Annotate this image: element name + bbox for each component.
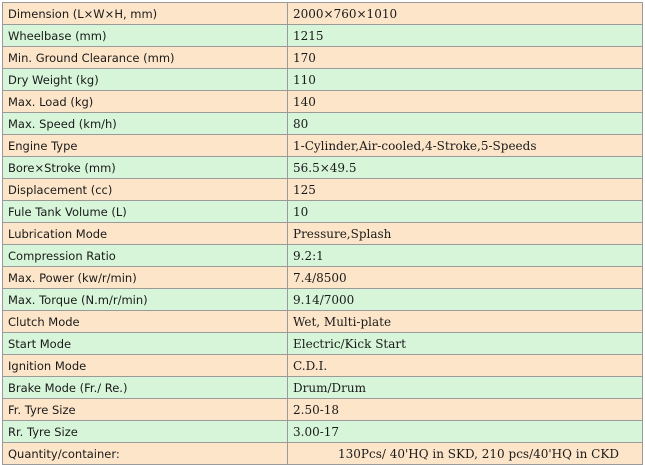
- spec-row: Compression Ratio 9.2:1: [2, 244, 643, 267]
- spec-value: 7.4/8500: [287, 266, 643, 289]
- spec-value: 10: [287, 200, 643, 223]
- spec-value: 1215: [287, 24, 643, 47]
- spec-value: 2.50-18: [287, 398, 643, 421]
- spec-value: Pressure,Splash: [287, 222, 643, 245]
- spec-value: Wet, Multi-plate: [287, 310, 643, 333]
- spec-row: Min. Ground Clearance (mm) 170: [2, 46, 643, 69]
- spec-row: Brake Mode (Fr./ Re.) Drum/Drum: [2, 376, 643, 399]
- spec-row: Bore×Stroke (mm) 56.5×49.5: [2, 156, 643, 179]
- spec-table: Dimension (L×W×H, mm) 2000×760×1010 Wheelb…: [2, 2, 643, 465]
- spec-row: Ignition Mode C.D.I.: [2, 354, 643, 377]
- spec-row: Dry Weight (kg) 110: [2, 68, 643, 91]
- spec-label: Fule Tank Volume (L): [2, 200, 288, 223]
- spec-label: Min. Ground Clearance (mm): [2, 46, 288, 69]
- spec-value: 2000×760×1010: [287, 2, 643, 25]
- spec-row: Engine Type 1-Cylinder,Air-cooled,4-Strok…: [2, 134, 643, 157]
- spec-value: 140: [287, 90, 643, 113]
- spec-row: Fr. Tyre Size 2.50-18: [2, 398, 643, 421]
- quantity-row: Quantity/container: 130Pcs/ 40'HQ in SKD…: [2, 442, 643, 465]
- spec-row: Start Mode Electric/Kick Start: [2, 332, 643, 355]
- spec-value: 56.5×49.5: [287, 156, 643, 179]
- spec-label: Dimension (L×W×H, mm): [2, 2, 288, 25]
- spec-row: Max. Torque (N.m/r/min) 9.14/7000: [2, 288, 643, 311]
- spec-label: Compression Ratio: [2, 244, 288, 267]
- spec-value: Drum/Drum: [287, 376, 643, 399]
- spec-label: Brake Mode (Fr./ Re.): [2, 376, 288, 399]
- spec-label: Displacement (cc): [2, 178, 288, 201]
- spec-row: Max. Power (kw/r/min) 7.4/8500: [2, 266, 643, 289]
- spec-row: Lubrication Mode Pressure,Splash: [2, 222, 643, 245]
- spec-label: Rr. Tyre Size: [2, 420, 288, 443]
- spec-label: Max. Load (kg): [2, 90, 288, 113]
- spec-value: Electric/Kick Start: [287, 332, 643, 355]
- spec-row: Displacement (cc) 125: [2, 178, 643, 201]
- spec-label: Lubrication Mode: [2, 222, 288, 245]
- spec-label: Dry Weight (kg): [2, 68, 288, 91]
- spec-row: Max. Load (kg) 140: [2, 90, 643, 113]
- spec-label: Ignition Mode: [2, 354, 288, 377]
- spec-label: Max. Power (kw/r/min): [2, 266, 288, 289]
- spec-label: Clutch Mode: [2, 310, 288, 333]
- spec-label: Wheelbase (mm): [2, 24, 288, 47]
- spec-label: Bore×Stroke (mm): [2, 156, 288, 179]
- spec-value: 9.14/7000: [287, 288, 643, 311]
- spec-value: 170: [287, 46, 643, 69]
- spec-label: Start Mode: [2, 332, 288, 355]
- spec-value: 110: [287, 68, 643, 91]
- spec-row: Max. Speed (km/h) 80: [2, 112, 643, 135]
- spec-row: Clutch Mode Wet, Multi-plate: [2, 310, 643, 333]
- spec-row: Dimension (L×W×H, mm) 2000×760×1010: [2, 2, 643, 25]
- spec-label: Max. Speed (km/h): [2, 112, 288, 135]
- quantity-label: Quantity/container:: [2, 442, 288, 465]
- spec-value: 1-Cylinder,Air-cooled,4-Stroke,5-Speeds: [287, 134, 643, 157]
- spec-row: Wheelbase (mm) 1215: [2, 24, 643, 47]
- spec-label: Engine Type: [2, 134, 288, 157]
- spec-row: Rr. Tyre Size 3.00-17: [2, 420, 643, 443]
- spec-table-body: Dimension (L×W×H, mm) 2000×760×1010 Wheelb…: [2, 2, 643, 465]
- spec-row: Fule Tank Volume (L) 10: [2, 200, 643, 223]
- spec-value: 80: [287, 112, 643, 135]
- spec-value: 9.2:1: [287, 244, 643, 267]
- spec-value: C.D.I.: [287, 354, 643, 377]
- quantity-value: 130Pcs/ 40'HQ in SKD, 210 pcs/40'HQ in C…: [287, 442, 643, 465]
- spec-value: 3.00-17: [287, 420, 643, 443]
- spec-label: Fr. Tyre Size: [2, 398, 288, 421]
- spec-value: 125: [287, 178, 643, 201]
- spec-label: Max. Torque (N.m/r/min): [2, 288, 288, 311]
